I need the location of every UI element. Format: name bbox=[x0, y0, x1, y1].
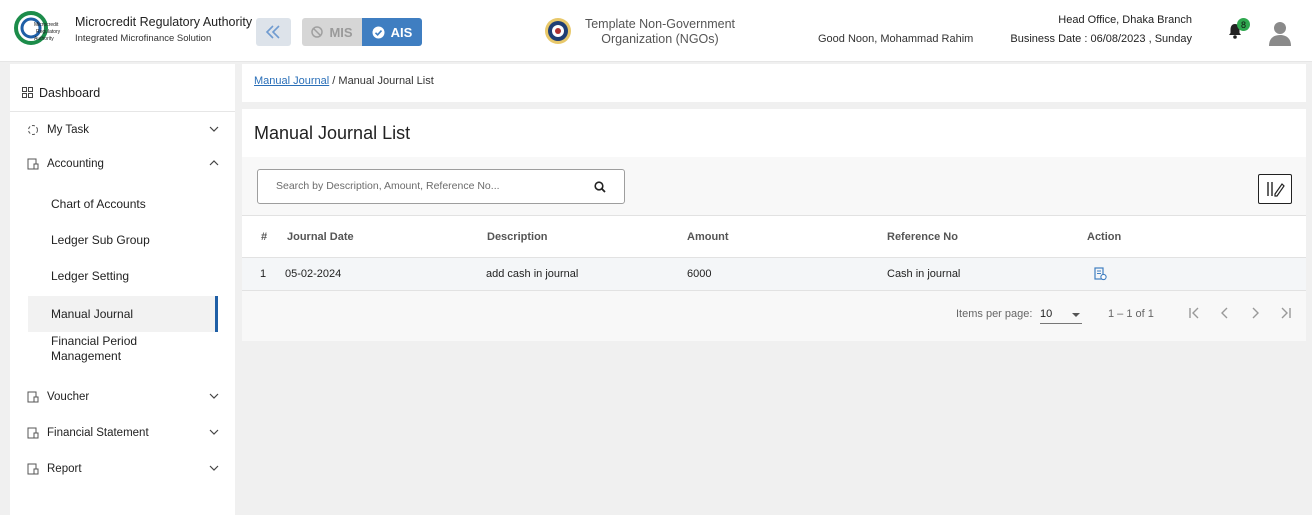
column-header-description[interactable]: Description bbox=[487, 231, 548, 243]
document-icon bbox=[27, 158, 39, 170]
breadcrumb-card: Manual Journal / Manual Journal List bbox=[242, 64, 1306, 102]
collapse-sidebar-button[interactable] bbox=[256, 18, 291, 46]
logo-line-1: Microcredit bbox=[34, 22, 59, 28]
journal-list-area: Search by Description, Amount, Reference… bbox=[242, 157, 1306, 341]
mra-logo-icon: Microcredit Regulatory Authority bbox=[14, 11, 61, 45]
row-index: 1 bbox=[260, 268, 267, 280]
accounting-label: Accounting bbox=[47, 158, 104, 170]
previous-page-icon[interactable] bbox=[1218, 306, 1232, 320]
mis-module-button[interactable]: MIS bbox=[302, 18, 362, 46]
my-task-label: My Task bbox=[47, 124, 89, 136]
edit-columns-icon bbox=[1267, 182, 1285, 197]
logo-line-2: Regulatory bbox=[36, 29, 61, 35]
breadcrumb: Manual Journal / Manual Journal List bbox=[254, 75, 434, 87]
column-header-reference-no[interactable]: Reference No bbox=[887, 231, 958, 243]
org-name: Microcredit Regulatory Authority bbox=[75, 15, 253, 29]
document-icon bbox=[27, 463, 39, 475]
row-journal-date: 05-02-2024 bbox=[285, 268, 342, 280]
column-header-action: Action bbox=[1087, 231, 1122, 243]
page-title: Manual Journal List bbox=[254, 123, 411, 143]
breadcrumb-current: Manual Journal List bbox=[338, 75, 434, 87]
row-amount: 6000 bbox=[687, 268, 712, 280]
ais-label: AIS bbox=[390, 24, 413, 40]
document-icon bbox=[27, 427, 39, 439]
user-avatar-icon[interactable] bbox=[1266, 19, 1294, 47]
report-label: Report bbox=[47, 463, 82, 475]
row-description: add cash in journal bbox=[486, 268, 579, 280]
table-header: # Journal Date Description Amount Refere… bbox=[242, 215, 1306, 258]
next-page-icon[interactable] bbox=[1248, 306, 1262, 320]
dropdown-arrow-icon bbox=[1072, 313, 1080, 317]
mis-label: MIS bbox=[329, 24, 353, 40]
journal-list-card: Manual Journal List Search by Descriptio… bbox=[242, 109, 1306, 341]
disabled-icon bbox=[311, 26, 324, 38]
breadcrumb-link-manual-journal[interactable]: Manual Journal bbox=[254, 75, 329, 87]
row-reference: Cash in journal bbox=[887, 268, 961, 280]
view-details-icon[interactable] bbox=[1094, 267, 1107, 281]
ngo-name-line-2: Organization (NGOs) bbox=[601, 32, 719, 46]
sidebar-item-financial-statement[interactable]: Financial Statement bbox=[10, 419, 235, 447]
column-header-index: # bbox=[261, 231, 268, 243]
column-header-journal-date[interactable]: Journal Date bbox=[287, 231, 354, 243]
top-bar: Microcredit Regulatory Authority Microcr… bbox=[0, 0, 1312, 62]
financial-period-line-1: Financial Period bbox=[51, 334, 138, 348]
breadcrumb-separator: / bbox=[332, 75, 336, 87]
chevron-up-icon bbox=[209, 160, 219, 166]
ais-module-button[interactable]: AIS bbox=[362, 18, 422, 46]
user-greeting: Good Noon, Mohammad Rahim bbox=[818, 33, 974, 45]
column-header-amount[interactable]: Amount bbox=[687, 231, 729, 243]
sidebar-item-voucher[interactable]: Voucher bbox=[10, 383, 235, 411]
document-icon bbox=[27, 391, 39, 403]
notification-badge: 8 bbox=[1237, 18, 1250, 31]
sidebar-item-dashboard[interactable]: Dashboard bbox=[10, 74, 235, 112]
double-chevron-left-icon bbox=[265, 25, 280, 39]
financial-statement-label: Financial Statement bbox=[47, 427, 149, 439]
sidebar-item-report[interactable]: Report bbox=[10, 455, 235, 483]
sidebar-item-ledger-sub-group[interactable]: Ledger Sub Group bbox=[28, 226, 218, 254]
loading-icon bbox=[28, 125, 38, 135]
org-subtitle: Integrated Microfinance Solution bbox=[75, 33, 212, 44]
sidebar-item-accounting[interactable]: Accounting bbox=[10, 150, 235, 178]
government-seal-icon bbox=[545, 18, 571, 44]
items-per-page-value: 10 bbox=[1040, 308, 1053, 320]
search-placeholder: Search by Description, Amount, Reference… bbox=[276, 180, 500, 192]
sidebar-item-my-task[interactable]: My Task bbox=[10, 116, 235, 144]
paginator: Items per page: 10 1 – 1 of 1 bbox=[242, 291, 1306, 341]
sidebar-item-chart-of-accounts[interactable]: Chart of Accounts bbox=[28, 190, 218, 218]
branch-name: Head Office, Dhaka Branch bbox=[1058, 14, 1192, 26]
search-icon[interactable] bbox=[594, 181, 606, 193]
grid-icon bbox=[22, 87, 33, 98]
ngo-name-line-1: Template Non-Government bbox=[584, 17, 736, 31]
logo-line-3: Authority bbox=[34, 36, 54, 42]
chevron-down-icon bbox=[209, 393, 219, 399]
search-input[interactable]: Search by Description, Amount, Reference… bbox=[257, 169, 625, 204]
check-circle-icon bbox=[372, 26, 385, 38]
page-range: 1 – 1 of 1 bbox=[1108, 308, 1154, 320]
chevron-down-icon bbox=[209, 126, 219, 132]
voucher-label: Voucher bbox=[47, 391, 90, 403]
chevron-down-icon bbox=[209, 465, 219, 471]
table-row: 1 05-02-2024 add cash in journal 6000 Ca… bbox=[242, 258, 1306, 291]
items-per-page-label: Items per page: bbox=[956, 308, 1033, 320]
first-page-icon[interactable] bbox=[1188, 306, 1202, 320]
sidebar-item-manual-journal[interactable]: Manual Journal bbox=[28, 296, 218, 332]
last-page-icon[interactable] bbox=[1278, 306, 1292, 320]
business-date: Business Date : 06/08/2023 , Sunday bbox=[1010, 33, 1192, 45]
items-per-page-select[interactable]: 10 bbox=[1040, 304, 1082, 324]
ngo-name: Template Non-Government Organization (NG… bbox=[582, 17, 738, 47]
chevron-down-icon bbox=[209, 429, 219, 435]
dashboard-label: Dashboard bbox=[39, 85, 101, 100]
financial-period-line-2: Management bbox=[51, 349, 122, 363]
sidebar-item-ledger-setting[interactable]: Ledger Setting bbox=[28, 262, 218, 290]
new-journal-button[interactable] bbox=[1258, 174, 1292, 204]
sidebar: Dashboard My Task Accounting Chart of Ac… bbox=[10, 64, 235, 515]
sidebar-item-financial-period-management[interactable]: Financial Period Management bbox=[28, 334, 218, 366]
